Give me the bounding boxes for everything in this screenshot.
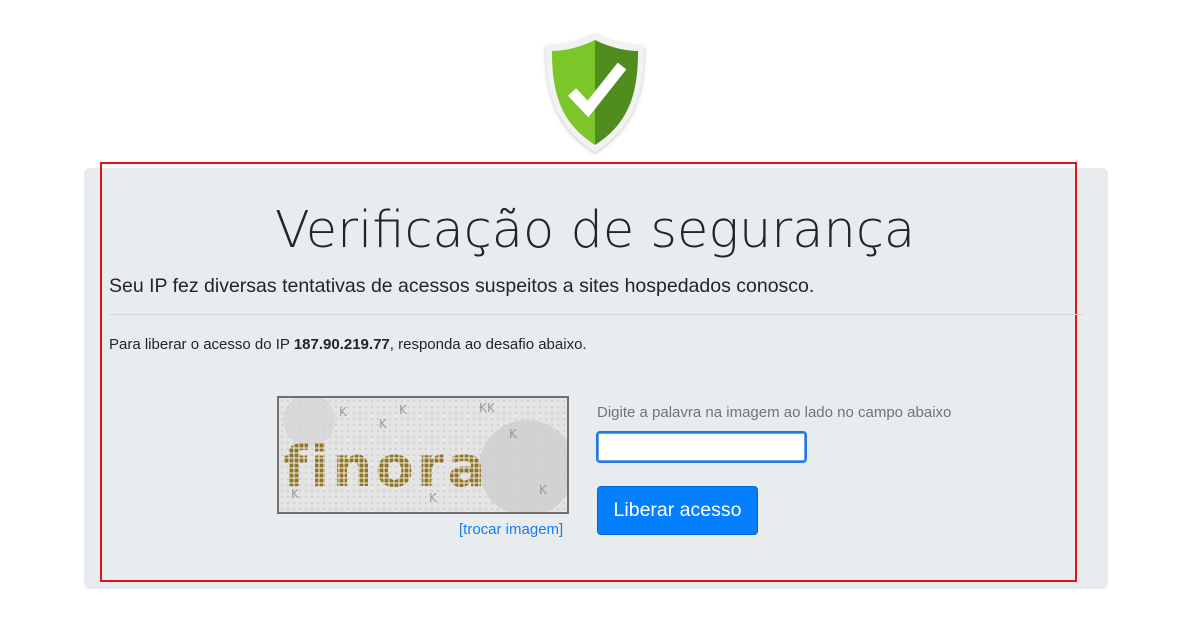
svg-text:K: K — [379, 417, 388, 431]
instruction-suffix: , responda ao desafio abaixo. — [389, 336, 587, 353]
swap-image-link[interactable]: [trocar imagem] — [459, 520, 563, 540]
release-access-button[interactable]: Liberar acesso — [597, 486, 758, 535]
svg-text:K: K — [339, 405, 348, 419]
captcha-input[interactable] — [596, 431, 807, 463]
shield-check-icon — [540, 30, 650, 156]
lead-text: Seu IP fez diversas tentativas de acesso… — [109, 275, 815, 297]
captcha-image: K K KK KKK KK finora — [277, 396, 569, 514]
svg-text:K: K — [399, 403, 408, 417]
ip-address: 187.90.219.77 — [293, 336, 390, 353]
instruction-text: Para liberar o acesso do IP 187.90.219.7… — [109, 334, 587, 356]
svg-text:K: K — [509, 427, 518, 441]
captcha-field-label: Digite a palavra na imagem ao lado no ca… — [597, 404, 952, 421]
page-title: Verificação de segurança — [274, 201, 916, 260]
captcha-word: finora — [283, 435, 488, 500]
svg-text:KK: KK — [479, 401, 496, 415]
divider — [109, 314, 1084, 315]
instruction-prefix: Para liberar o acesso do IP — [109, 336, 294, 353]
svg-text:K: K — [539, 483, 548, 497]
